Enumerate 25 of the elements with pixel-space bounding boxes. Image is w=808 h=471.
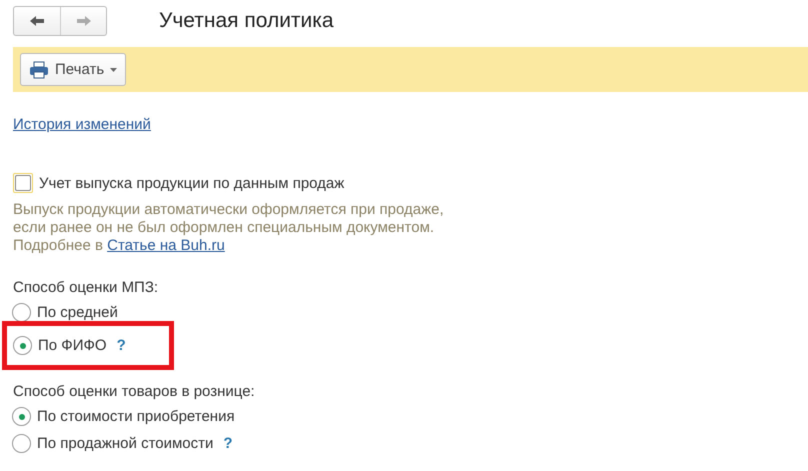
printer-icon [29,60,49,78]
checkbox[interactable] [13,173,33,193]
caret-icon [110,68,118,72]
print-button[interactable]: Печать [20,53,126,86]
radio-label: По средней [37,304,118,321]
radio-label: По продажной стоимости [37,435,214,452]
radio-button[interactable] [13,336,32,355]
group-label: Способ оценки товаров в рознице: [13,382,256,402]
history-link[interactable]: История изменений [13,116,151,133]
radio-label: По ФИФО [38,337,107,354]
forward-arrow-icon [76,15,92,27]
hint-text: Подробнее в [13,237,103,254]
help-link[interactable]: ? [223,435,233,452]
article-link[interactable]: Статье на Buh.ru [107,237,225,254]
radio-button[interactable] [12,434,31,453]
checkbox-label: Учет выпуска продукции по данным продаж [39,174,344,192]
window-title: Учетная политика [159,9,334,33]
hint-text: если ранее он не был оформлен специальным документом. [13,219,436,237]
group-label: Способ оценки МПЗ: [13,278,160,298]
radio-label: По стоимости приобретения [37,408,235,425]
radio-button[interactable] [12,407,31,426]
radio-button[interactable] [12,303,31,322]
back-arrow-icon [29,15,45,27]
help-link[interactable]: ? [116,337,126,354]
hint-text: Выпуск продукции автоматически оформляется при продаже, [13,201,445,219]
